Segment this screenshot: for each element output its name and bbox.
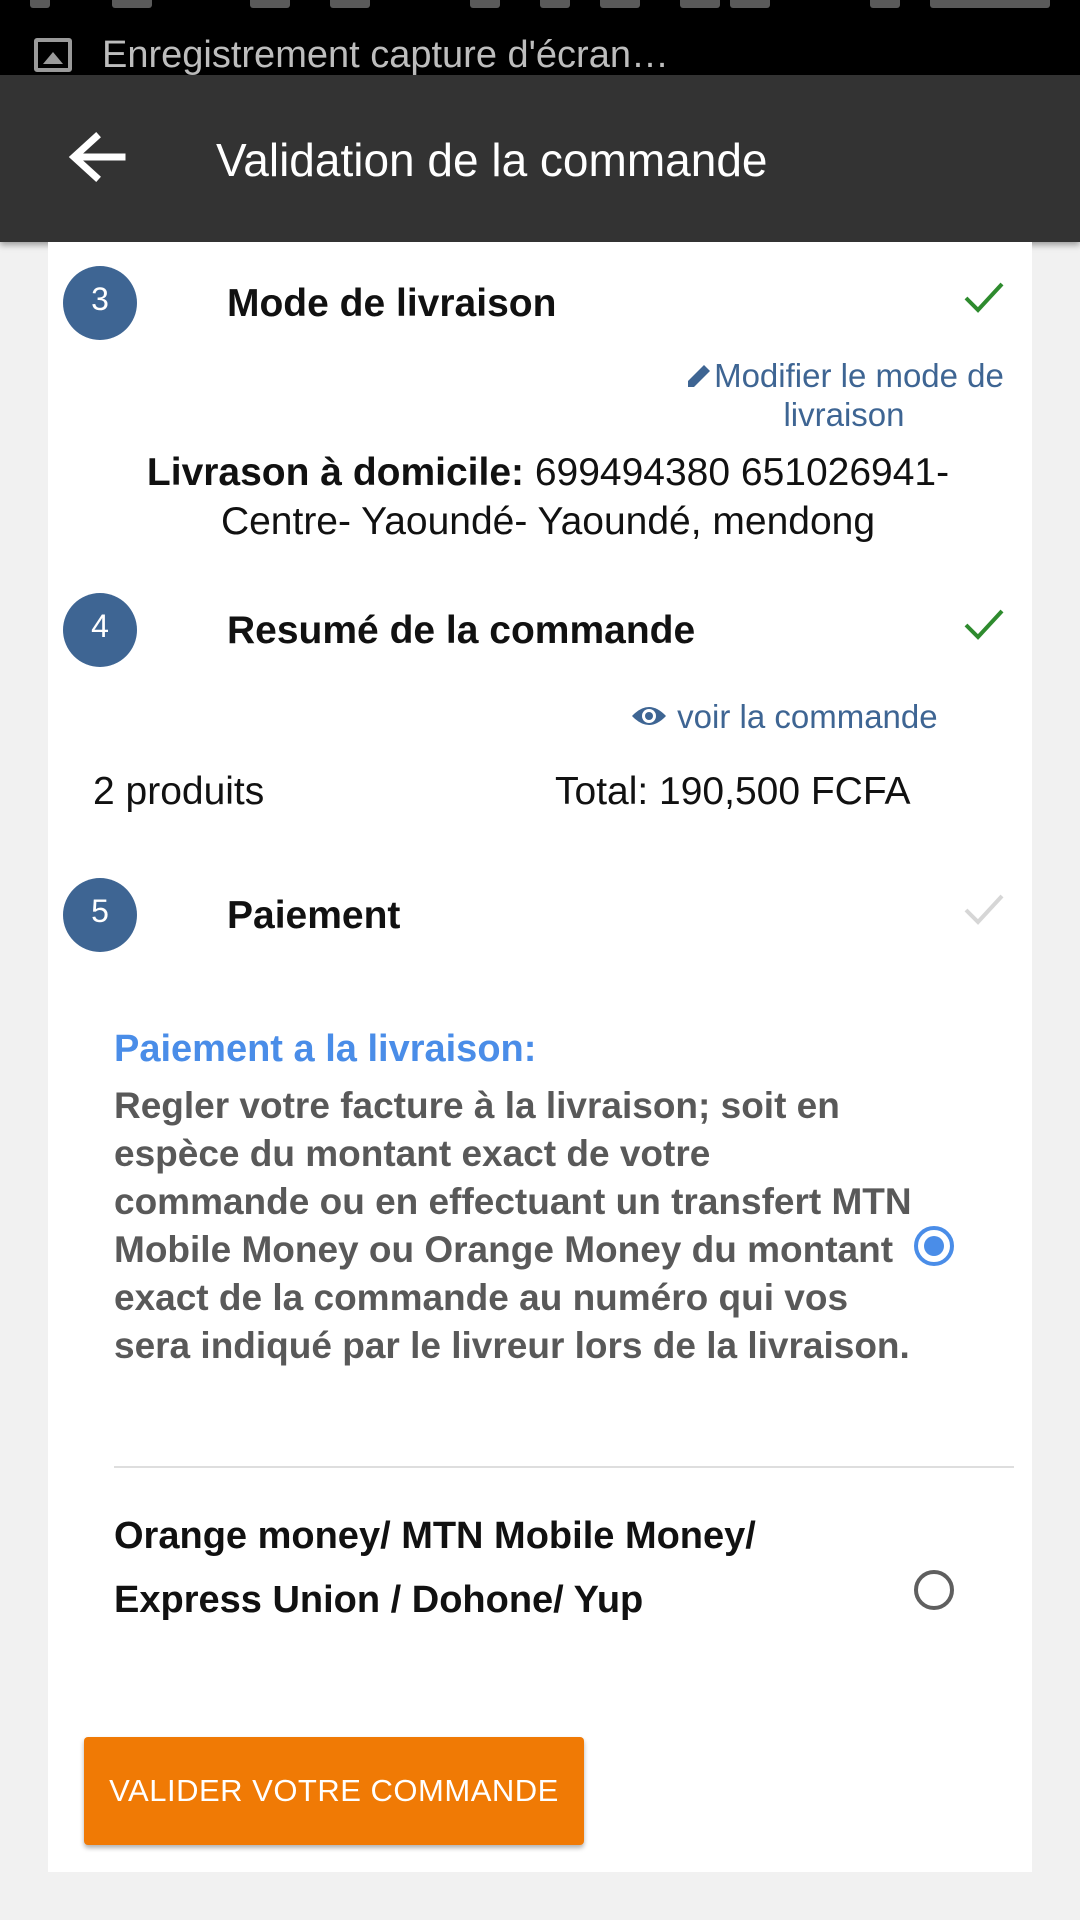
back-button[interactable] xyxy=(56,119,136,199)
step-title-delivery-mode: Mode de livraison xyxy=(227,282,557,325)
payment-mobile-money-radio[interactable] xyxy=(914,1570,954,1610)
status-bar: Enregistrement capture d'écran… xyxy=(0,0,1080,76)
app-bar: Validation de la commande xyxy=(0,75,1080,242)
validate-order-button[interactable]: VALIDER VOTRE COMMANDE xyxy=(84,1737,584,1845)
modify-delivery-link[interactable]: Modifier le mode de livraison xyxy=(644,356,1044,434)
check-icon xyxy=(964,894,1004,925)
order-total: Total: 190,500 FCFA xyxy=(555,770,911,813)
pencil-icon xyxy=(688,365,711,387)
notification-text: Enregistrement capture d'écran… xyxy=(102,34,669,76)
payment-option-mobile-money-label: Orange money/ MTN Mobile Money/ Express … xyxy=(114,1515,756,1621)
view-order-link[interactable]: voir la commande xyxy=(630,698,938,736)
page-title: Validation de la commande xyxy=(216,134,768,186)
modify-delivery-label: Modifier le mode de livraison xyxy=(714,357,1004,433)
payment-option-cash-description: Regler votre facture à la livraison; soi… xyxy=(114,1085,912,1366)
products-count: 2 produits xyxy=(93,770,265,813)
step-title-order-summary: Resumé de la commande xyxy=(227,609,696,652)
divider xyxy=(114,1466,1014,1468)
payment-option-cash-title: Paiement a la livraison: xyxy=(114,1028,537,1070)
step-title-payment: Paiement xyxy=(227,894,401,937)
step-number-4: 4 xyxy=(63,593,137,667)
step-number-5: 5 xyxy=(63,878,137,952)
arrow-back-icon xyxy=(68,132,126,182)
view-order-label: voir la commande xyxy=(677,698,938,735)
check-icon xyxy=(964,609,1004,640)
image-icon xyxy=(34,38,72,72)
status-icons xyxy=(0,0,1080,10)
order-validation-card: 3 Mode de livraison Modifier le mode de … xyxy=(48,242,1032,1872)
delivery-address: Livrason à domicile: 699494380 651026941… xyxy=(88,448,1008,546)
eye-icon xyxy=(632,707,666,725)
check-icon xyxy=(964,282,1004,313)
payment-cash-radio[interactable] xyxy=(914,1226,954,1266)
delivery-type-label: Livrason à domicile: xyxy=(146,451,525,494)
step-number-3: 3 xyxy=(63,266,137,340)
